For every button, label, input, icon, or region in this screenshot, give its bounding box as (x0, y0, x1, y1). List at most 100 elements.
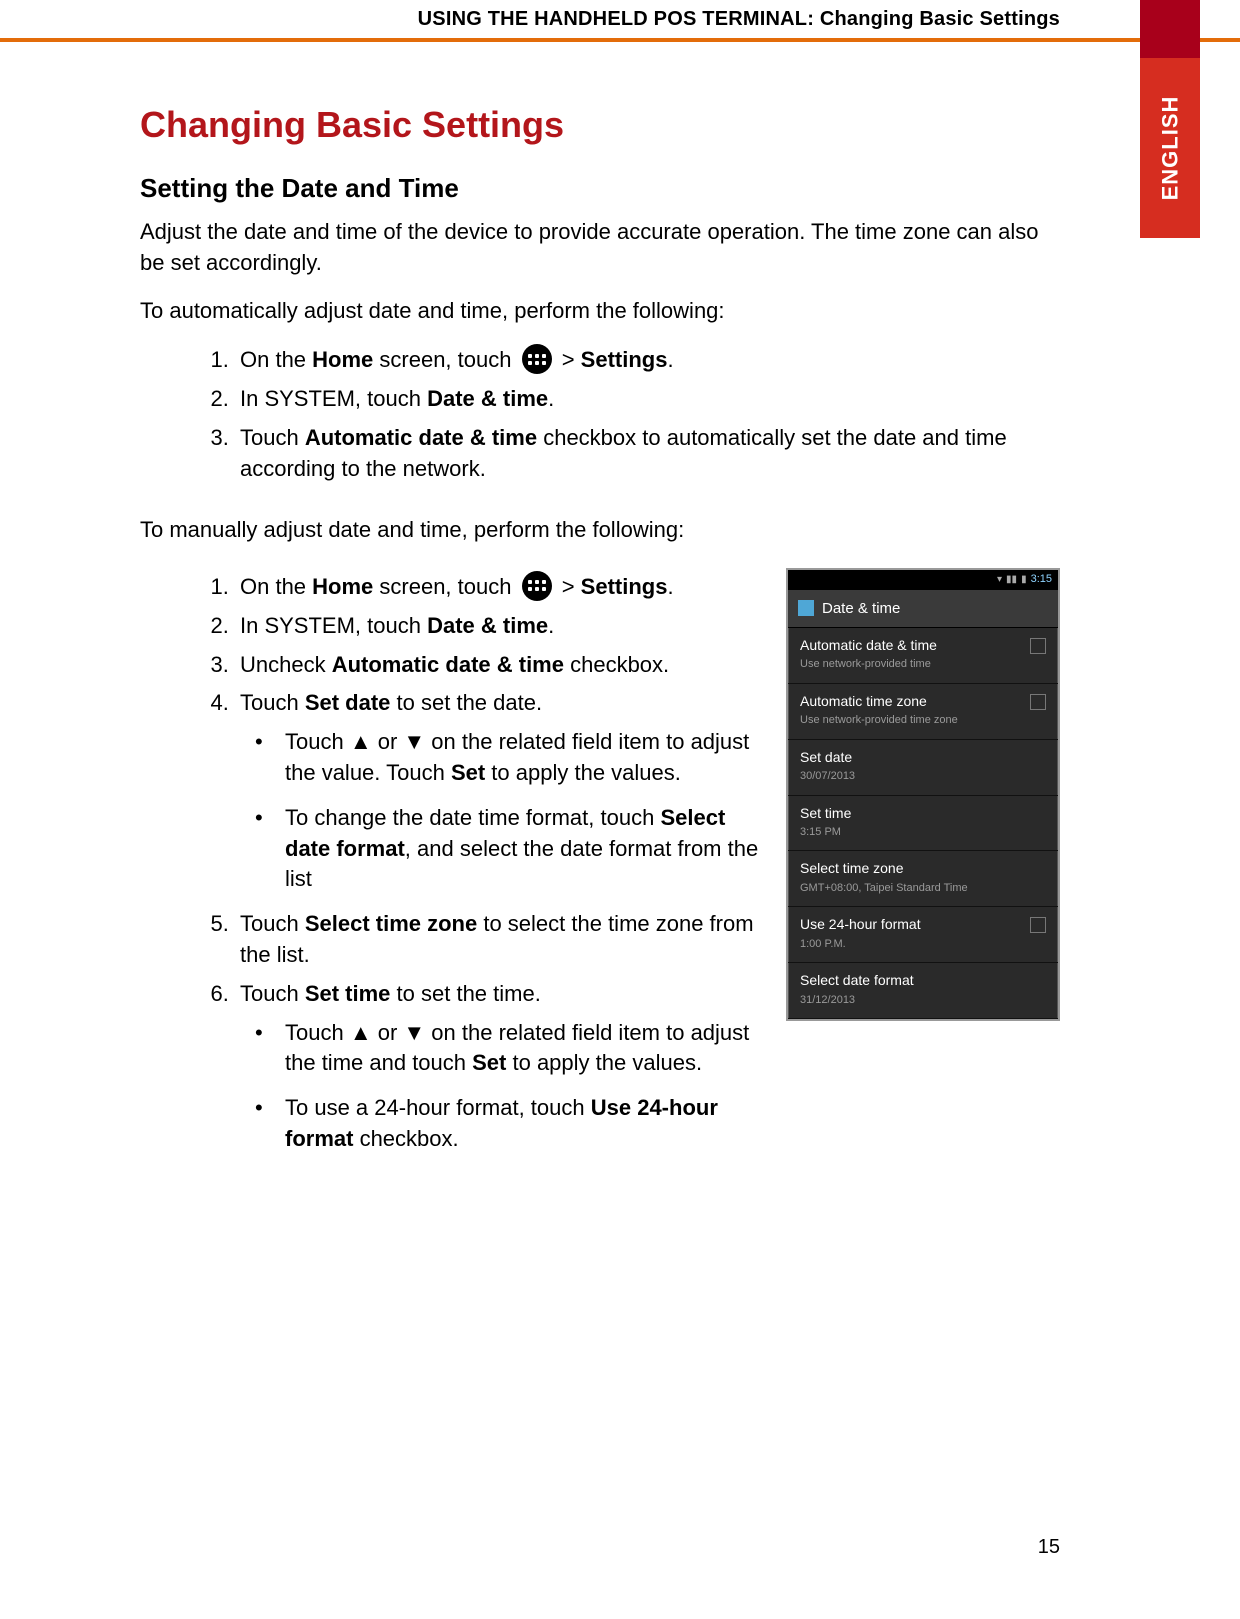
phone-row-sub: GMT+08:00, Taipei Standard Time (800, 881, 1046, 896)
text: checkbox. (564, 652, 669, 677)
text: In SYSTEM, touch (240, 613, 427, 638)
manual-step-3: Uncheck Automatic date & time checkbox. (235, 650, 766, 681)
phone-setting-row: Select time zone GMT+08:00, Taipei Standa… (788, 851, 1058, 907)
down-arrow-icon: ▼ (403, 729, 425, 754)
text: Touch (240, 981, 305, 1006)
checkbox-icon (1030, 694, 1046, 710)
text: > (556, 574, 581, 599)
phone-row-sub: Use network-provided time (800, 657, 937, 672)
auto-step-2: In SYSTEM, touch Date & time. (235, 384, 1060, 415)
phone-row-title: Select date format (800, 971, 1046, 991)
document-page: USING THE HANDHELD POS TERMINAL: Changin… (0, 0, 1240, 1619)
phone-setting-row: Set date30/07/2013 (788, 740, 1058, 796)
wifi-icon: ▾ (997, 573, 1002, 587)
signal-icon: ▮▮ (1006, 573, 1017, 587)
phone-row-sub: 30/07/2013 (800, 769, 1046, 784)
language-tab-label: ENGLISH (1157, 96, 1183, 201)
step6-sublist: Touch ▲ or ▼ on the related field item t… (240, 1018, 766, 1155)
text: to set the date. (390, 690, 542, 715)
phone-row-title: Set date (800, 748, 1046, 768)
phone-row-title: Automatic date & time (800, 636, 937, 656)
manual-step-1: On the Home screen, touch > Settings. (235, 572, 766, 603)
status-time: 3:15 (1031, 572, 1052, 587)
phone-setting-row: Automatic date & timeUse network-provide… (788, 628, 1058, 684)
bold-auto-dt: Automatic date & time (305, 425, 537, 450)
bold-datetime: Date & time (427, 386, 548, 411)
page-header: USING THE HANDHELD POS TERMINAL: Changin… (0, 0, 1240, 40)
manual-steps-list: On the Home screen, touch > Settings. In… (170, 572, 766, 1155)
phone-setting-row: Select date format 31/12/2013 (788, 963, 1058, 1019)
text: To change the date time format, touch (285, 805, 660, 830)
text: To use a 24-hour format, touch (285, 1095, 591, 1120)
phone-header-label: Date & time (822, 598, 900, 619)
phone-section-header: Date & time (788, 590, 1058, 628)
text: . (548, 386, 554, 411)
bold-settings: Settings (581, 574, 668, 599)
bold-set-date: Set date (305, 690, 391, 715)
phone-row-sub: 3:15 PM (800, 825, 1046, 840)
text: screen, touch (373, 347, 517, 372)
text: In SYSTEM, touch (240, 386, 427, 411)
page-number: 15 (1038, 1536, 1060, 1559)
text: Touch (285, 1020, 350, 1045)
manual-intro: To manually adjust date and time, perfor… (140, 515, 1060, 546)
checkbox-icon (1030, 917, 1046, 933)
text: Uncheck (240, 652, 332, 677)
phone-setting-row: Use 24-hour format 1:00 P.M. (788, 907, 1058, 963)
text: > (556, 347, 581, 372)
bold-home: Home (312, 347, 373, 372)
corner-accent (1140, 0, 1200, 58)
bold-auto-dt: Automatic date & time (332, 652, 564, 677)
manual-step-5: Touch Select time zone to select the tim… (235, 909, 766, 971)
battery-icon: ▮ (1021, 573, 1027, 587)
page-content: Changing Basic Settings Setting the Date… (0, 40, 1240, 1199)
header-breadcrumb: USING THE HANDHELD POS TERMINAL: Changin… (418, 8, 1060, 31)
phone-row-sub: Use network-provided time zone (800, 713, 958, 728)
phone-row-sub: 1:00 P.M. (800, 937, 921, 952)
header-divider (0, 38, 1240, 42)
phone-screenshot: ▾ ▮▮ ▮ 3:15 Date & time Automatic date &… (786, 568, 1060, 1022)
bold-settings: Settings (581, 347, 668, 372)
auto-step-3: Touch Automatic date & time checkbox to … (235, 423, 1060, 485)
auto-step-1: On the Home screen, touch > Settings. (235, 345, 1060, 376)
text: screen, touch (373, 574, 517, 599)
phone-row-title: Set time (800, 804, 1046, 824)
text: . (667, 347, 673, 372)
text: to set the time. (390, 981, 540, 1006)
auto-intro: To automatically adjust date and time, p… (140, 296, 1060, 327)
bold-home: Home (312, 574, 373, 599)
step4-sublist: Touch ▲ or ▼ on the related field item t… (240, 727, 766, 895)
text: On the (240, 574, 312, 599)
phone-statusbar: ▾ ▮▮ ▮ 3:15 (788, 570, 1058, 590)
step4-sub-1: Touch ▲ or ▼ on the related field item t… (280, 727, 766, 789)
phone-row-title: Use 24-hour format (800, 915, 921, 935)
up-arrow-icon: ▲ (350, 729, 372, 754)
text: . (667, 574, 673, 599)
text: On the (240, 347, 312, 372)
phone-row-sub: 31/12/2013 (800, 993, 1046, 1008)
text: to apply the values. (485, 760, 681, 785)
step6-sub-1: Touch ▲ or ▼ on the related field item t… (280, 1018, 766, 1080)
bold-datetime: Date & time (427, 613, 548, 638)
phone-row-title: Select time zone (800, 859, 1046, 879)
text: to apply the values. (506, 1050, 702, 1075)
manual-step-6: Touch Set time to set the time. Touch ▲ … (235, 979, 766, 1155)
step4-sub-2: To change the date time format, touch Se… (280, 803, 766, 895)
step6-sub-2: To use a 24-hour format, touch Use 24-ho… (280, 1093, 766, 1155)
apps-grid-icon (522, 571, 552, 601)
text: Touch (240, 911, 305, 936)
text: Touch (285, 729, 350, 754)
text: or (372, 1020, 404, 1045)
text: Touch (240, 425, 305, 450)
text: Touch (240, 690, 305, 715)
bold-set: Set (472, 1050, 506, 1075)
text: or (372, 729, 404, 754)
text: . (548, 613, 554, 638)
bold-select-time-zone: Select time zone (305, 911, 477, 936)
language-tab: ENGLISH (1140, 58, 1200, 238)
settings-section-icon (798, 600, 814, 616)
manual-step-2: In SYSTEM, touch Date & time. (235, 611, 766, 642)
up-arrow-icon: ▲ (350, 1020, 372, 1045)
manual-layout-row: On the Home screen, touch > Settings. In… (140, 564, 1060, 1169)
bold-set: Set (451, 760, 485, 785)
